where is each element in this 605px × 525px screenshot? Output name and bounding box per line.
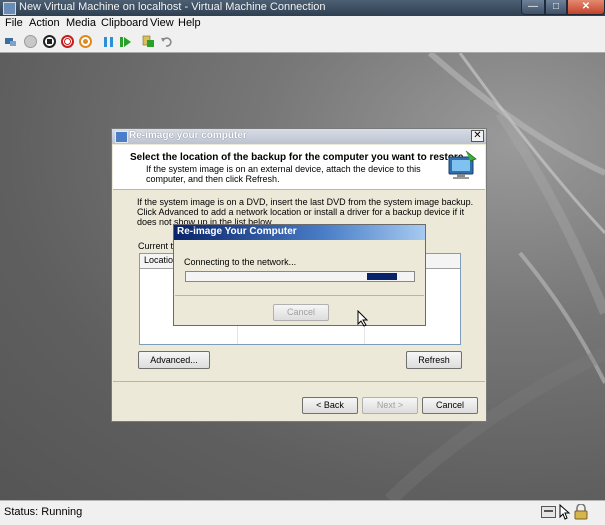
menu-bar: File Action Media Clipboard View Help bbox=[0, 16, 605, 33]
menu-media[interactable]: Media bbox=[66, 17, 96, 29]
toolbar bbox=[0, 32, 605, 53]
instructions-text: If the system image is on a DVD, insert … bbox=[137, 197, 474, 227]
window-title: New Virtual Machine on localhost - Virtu… bbox=[19, 1, 326, 13]
progress-message: Connecting to the network... bbox=[184, 257, 297, 267]
cancel-button[interactable]: Cancel bbox=[422, 397, 478, 414]
reimage-title-bar: Re-image your computer ✕ bbox=[112, 129, 486, 144]
lock-icon bbox=[574, 503, 588, 523]
menu-view[interactable]: View bbox=[150, 17, 174, 29]
progress-title: Re-image Your Computer bbox=[177, 226, 297, 237]
computer-icon bbox=[446, 149, 480, 186]
reimage-window-icon bbox=[115, 131, 128, 143]
progress-bar bbox=[185, 271, 415, 282]
page-heading: Select the location of the backup for th… bbox=[130, 152, 464, 163]
close-button[interactable]: ✕ bbox=[567, 0, 605, 15]
ctrl-alt-del-icon[interactable] bbox=[4, 35, 17, 48]
menu-help[interactable]: Help bbox=[178, 17, 201, 29]
mouse-cursor-icon bbox=[357, 309, 369, 330]
refresh-button[interactable]: Refresh bbox=[406, 351, 462, 369]
divider bbox=[175, 295, 424, 296]
menu-file[interactable]: File bbox=[5, 17, 23, 29]
progress-cancel-button[interactable]: Cancel bbox=[273, 304, 329, 321]
progress-dialog: Re-image Your Computer Connecting to the… bbox=[173, 224, 426, 326]
status-bar: Status: Running bbox=[0, 500, 605, 525]
menu-action[interactable]: Action bbox=[29, 17, 60, 29]
minimize-button[interactable]: — bbox=[521, 0, 545, 15]
progress-marquee-block bbox=[367, 273, 397, 280]
current-image-label: Current ti bbox=[138, 241, 176, 251]
reimage-close-button[interactable]: ✕ bbox=[471, 130, 484, 142]
next-button[interactable]: Next > bbox=[362, 397, 418, 414]
shut-down-icon[interactable] bbox=[61, 35, 74, 48]
status-text: Status: Running bbox=[4, 506, 83, 518]
progress-title-bar: Re-image Your Computer bbox=[174, 225, 425, 240]
maximize-button[interactable]: □ bbox=[545, 0, 567, 15]
heading-subtext: If the system image is on an external de… bbox=[146, 164, 421, 184]
start-icon[interactable] bbox=[24, 35, 37, 48]
reimage-title: Re-image your computer bbox=[129, 130, 247, 141]
back-button[interactable]: < Back bbox=[302, 397, 358, 414]
title-bar: New Virtual Machine on localhost - Virtu… bbox=[0, 0, 605, 16]
reset-icon[interactable] bbox=[119, 35, 132, 48]
vm-connection-icon bbox=[3, 2, 16, 15]
advanced-button[interactable]: Advanced... bbox=[138, 351, 210, 369]
revert-icon[interactable] bbox=[160, 35, 173, 48]
turn-off-icon[interactable] bbox=[43, 35, 56, 48]
snapshot-icon[interactable] bbox=[142, 35, 155, 48]
save-icon[interactable] bbox=[79, 35, 92, 48]
menu-clipboard[interactable]: Clipboard bbox=[101, 17, 148, 29]
mouse-capture-icon bbox=[559, 503, 571, 523]
keyboard-icon bbox=[541, 506, 556, 518]
pause-icon[interactable] bbox=[102, 35, 115, 48]
divider bbox=[113, 381, 485, 382]
